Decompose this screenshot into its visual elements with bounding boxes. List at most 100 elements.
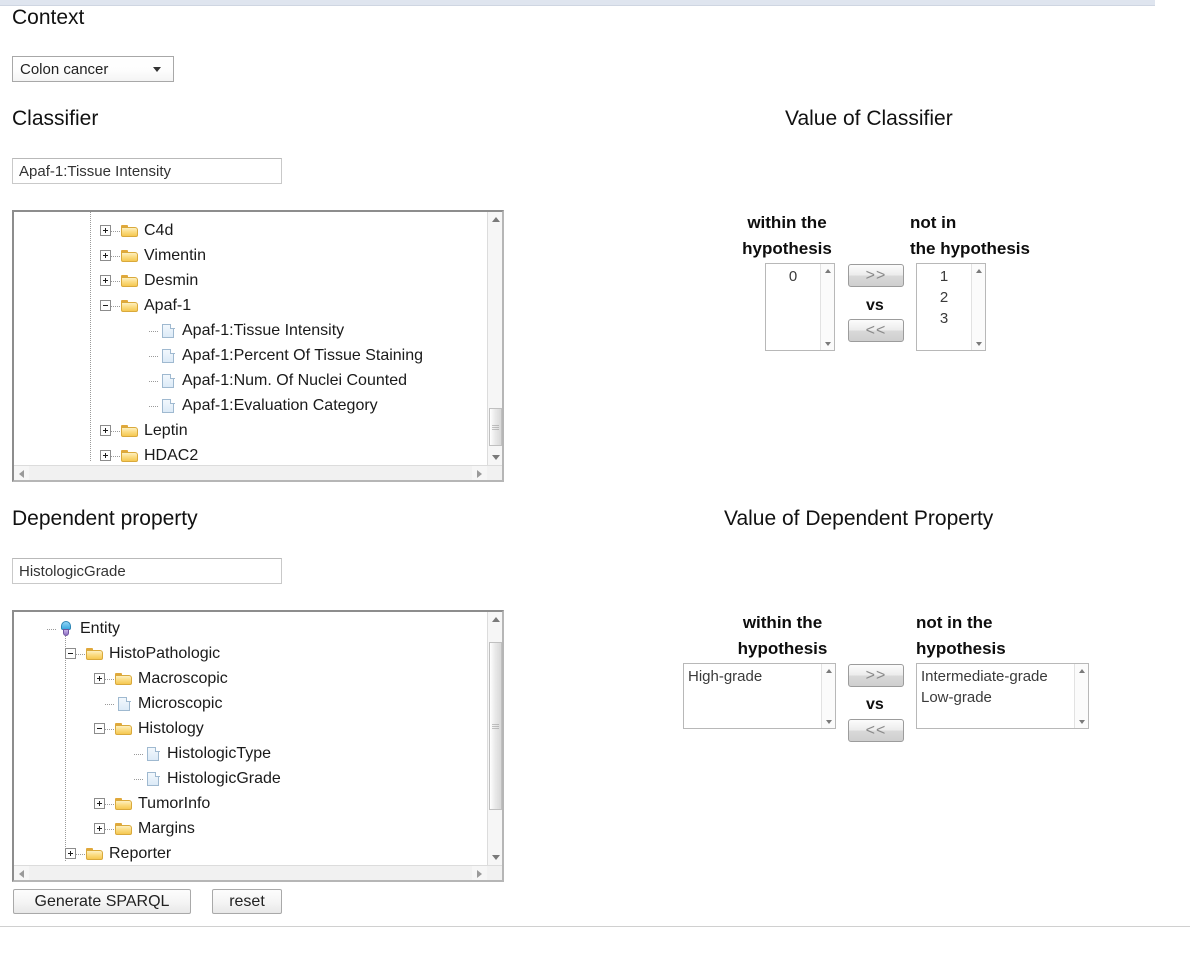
expand-icon[interactable] bbox=[100, 450, 111, 461]
dependent-notin-scrollbar[interactable] bbox=[1074, 664, 1088, 728]
reset-button[interactable]: reset bbox=[212, 889, 282, 914]
tree-node[interactable]: Macroscopic bbox=[14, 666, 487, 691]
tree-connector bbox=[149, 380, 158, 382]
tree-node[interactable]: Entity bbox=[14, 616, 487, 641]
scrollbar-thumb[interactable] bbox=[489, 642, 502, 810]
dependent-move-left-button[interactable]: << bbox=[848, 719, 904, 742]
classifier-within-listbox[interactable]: 0 bbox=[765, 263, 835, 351]
classifier-move-right-button[interactable]: >> bbox=[848, 264, 904, 287]
expand-icon[interactable] bbox=[94, 673, 105, 684]
tree-node[interactable]: Histology bbox=[14, 716, 487, 741]
tree-connector bbox=[134, 753, 143, 755]
scroll-down-icon[interactable] bbox=[821, 337, 834, 350]
document-icon bbox=[144, 771, 162, 786]
list-option[interactable]: High-grade bbox=[684, 666, 821, 687]
scroll-right-icon[interactable] bbox=[472, 466, 487, 480]
tree-node[interactable]: Apaf-1:Evaluation Category bbox=[14, 393, 487, 418]
classifier-tree-vertical-scrollbar[interactable] bbox=[487, 212, 502, 465]
scroll-down-icon[interactable] bbox=[972, 337, 985, 350]
expand-icon[interactable] bbox=[100, 225, 111, 236]
expand-icon[interactable] bbox=[94, 823, 105, 834]
dependent-move-right-button[interactable]: >> bbox=[848, 664, 904, 687]
scroll-down-icon[interactable] bbox=[488, 450, 502, 465]
scroll-down-icon[interactable] bbox=[1075, 715, 1088, 728]
scroll-left-icon[interactable] bbox=[14, 466, 29, 480]
tree-node[interactable]: Margins bbox=[14, 816, 487, 841]
tree-node[interactable]: HDAC2 bbox=[14, 443, 487, 465]
tree-node[interactable]: Vimentin bbox=[14, 243, 487, 268]
tree-node[interactable]: HistologicType bbox=[14, 741, 487, 766]
folder-icon bbox=[86, 846, 104, 861]
scroll-up-icon[interactable] bbox=[821, 264, 834, 277]
classifier-tree-horizontal-scrollbar[interactable] bbox=[14, 465, 502, 480]
list-option[interactable]: Low-grade bbox=[917, 687, 1074, 708]
classifier-input[interactable] bbox=[12, 158, 282, 184]
classifier-within-scrollbar[interactable] bbox=[820, 264, 834, 350]
tree-connector bbox=[105, 703, 114, 705]
scroll-down-icon[interactable] bbox=[822, 715, 835, 728]
tree-node[interactable]: Apaf-1 bbox=[14, 293, 487, 318]
tree-node[interactable]: Reporter bbox=[14, 841, 487, 865]
scroll-up-icon[interactable] bbox=[488, 212, 502, 227]
folder-icon bbox=[86, 646, 104, 661]
list-option[interactable]: Intermediate-grade bbox=[917, 666, 1074, 687]
folder-icon bbox=[115, 721, 133, 736]
tree-node[interactable]: HistologicGrade bbox=[14, 766, 487, 791]
scroll-up-icon[interactable] bbox=[822, 664, 835, 677]
collapse-icon[interactable] bbox=[94, 723, 105, 734]
scroll-up-icon[interactable] bbox=[1075, 664, 1088, 677]
expand-icon[interactable] bbox=[100, 250, 111, 261]
scroll-down-icon[interactable] bbox=[488, 850, 502, 865]
dependent-within-listbox[interactable]: High-grade bbox=[683, 663, 836, 729]
list-option[interactable]: 1 bbox=[917, 266, 971, 287]
classifier-notin-scrollbar[interactable] bbox=[971, 264, 985, 350]
top-accent-bar bbox=[0, 0, 1155, 6]
tree-node[interactable]: Microscopic bbox=[14, 691, 487, 716]
dependent-property-tree[interactable]: Entity HistoPathologic Macroscopic Microsco… bbox=[12, 610, 504, 882]
scroll-up-icon[interactable] bbox=[488, 612, 502, 627]
scroll-right-icon[interactable] bbox=[472, 866, 487, 880]
classifier-within-items: 0 bbox=[766, 264, 820, 350]
tree-connector bbox=[105, 728, 114, 730]
context-select[interactable]: Colon cancer bbox=[12, 56, 174, 82]
tree-node[interactable]: Apaf-1:Percent Of Tissue Staining bbox=[14, 343, 487, 368]
tree-node-label: Margins bbox=[138, 819, 195, 837]
dependent-tree-horizontal-scrollbar[interactable] bbox=[14, 865, 502, 880]
generate-sparql-button[interactable]: Generate SPARQL bbox=[13, 889, 191, 914]
dependent-within-scrollbar[interactable] bbox=[821, 664, 835, 728]
dependent-tree-vertical-scrollbar[interactable] bbox=[487, 612, 502, 865]
classifier-tree-rows: C4d Vimentin Desmin Apaf-1 Apaf-1:Tissue Int… bbox=[14, 212, 487, 465]
classifier-notin-listbox[interactable]: 123 bbox=[916, 263, 986, 351]
tree-node[interactable]: C4d bbox=[14, 218, 487, 243]
list-option[interactable]: 2 bbox=[917, 287, 971, 308]
expand-icon[interactable] bbox=[94, 798, 105, 809]
tree-node[interactable]: HistoPathologic bbox=[14, 641, 487, 666]
scroll-up-icon[interactable] bbox=[972, 264, 985, 277]
classifier-tree[interactable]: C4d Vimentin Desmin Apaf-1 Apaf-1:Tissue Int… bbox=[12, 210, 504, 482]
list-option[interactable]: 0 bbox=[766, 266, 820, 287]
expand-icon[interactable] bbox=[100, 275, 111, 286]
tree-node[interactable]: Desmin bbox=[14, 268, 487, 293]
tree-node-label: Microscopic bbox=[138, 694, 223, 712]
expand-icon[interactable] bbox=[65, 848, 76, 859]
dependent-property-input[interactable] bbox=[12, 558, 282, 584]
dependent-tree-rows: Entity HistoPathologic Macroscopic Microsco… bbox=[14, 612, 487, 865]
classifier-heading: Classifier bbox=[12, 107, 99, 130]
scrollbar-thumb[interactable] bbox=[489, 408, 502, 446]
list-option[interactable]: 3 bbox=[917, 308, 971, 329]
collapse-icon[interactable] bbox=[65, 648, 76, 659]
tree-connector bbox=[134, 778, 143, 780]
tree-node[interactable]: Apaf-1:Num. Of Nuclei Counted bbox=[14, 368, 487, 393]
tree-node[interactable]: TumorInfo bbox=[14, 791, 487, 816]
classifier-move-left-button[interactable]: << bbox=[848, 319, 904, 342]
footer-divider bbox=[0, 926, 1190, 927]
expand-icon[interactable] bbox=[100, 425, 111, 436]
scroll-left-icon[interactable] bbox=[14, 866, 29, 880]
dependent-notin-listbox[interactable]: Intermediate-grade Low-grade bbox=[916, 663, 1089, 729]
collapse-icon[interactable] bbox=[100, 300, 111, 311]
tree-node[interactable]: Apaf-1:Tissue Intensity bbox=[14, 318, 487, 343]
entity-icon bbox=[57, 621, 75, 636]
tree-node[interactable]: Leptin bbox=[14, 418, 487, 443]
